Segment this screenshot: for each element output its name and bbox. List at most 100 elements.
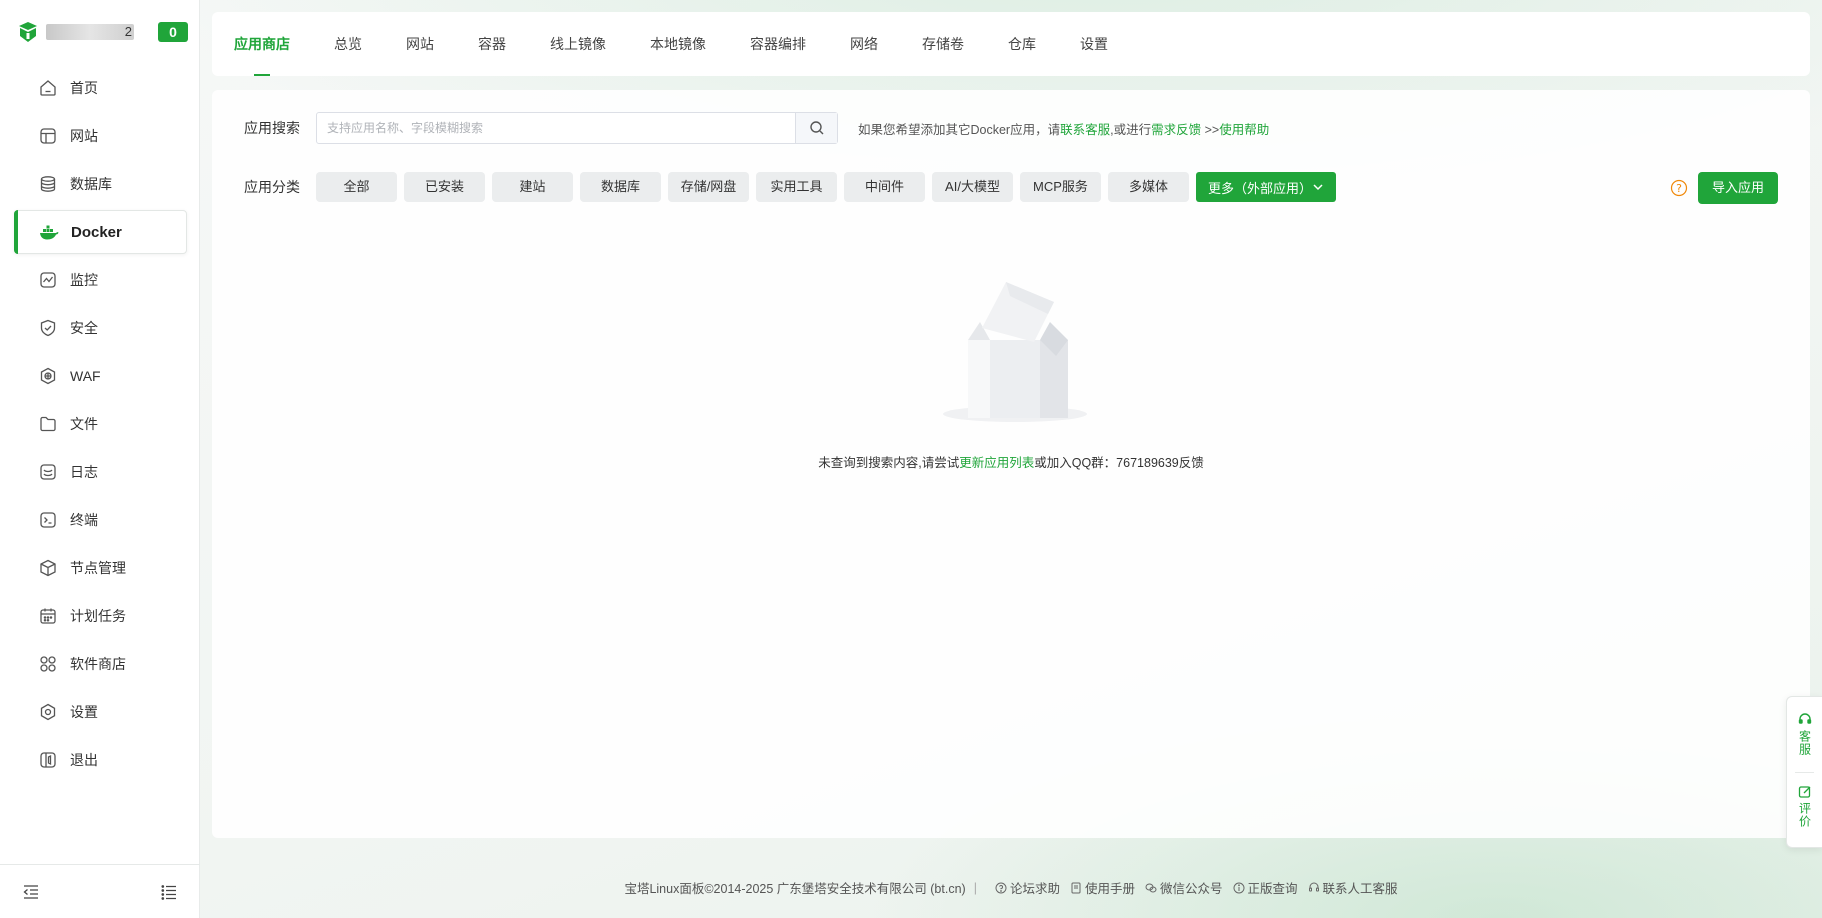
update-app-list-link[interactable]: 更新应用列表 bbox=[959, 456, 1034, 470]
sidebar-item-label: 文件 bbox=[70, 416, 98, 432]
tab-settings[interactable]: 设置 bbox=[1080, 12, 1108, 76]
tab-website[interactable]: 网站 bbox=[406, 12, 434, 76]
website-icon bbox=[38, 126, 58, 146]
tab-app-store[interactable]: 应用商店 bbox=[234, 12, 290, 76]
tab-containers[interactable]: 容器 bbox=[478, 12, 506, 76]
node-icon bbox=[38, 558, 58, 578]
add-app-hint: 如果您希望添加其它Docker应用，请联系客服,或进行需求反馈 >>使用帮助 bbox=[858, 119, 1269, 138]
sidebar-item-home[interactable]: 首页 bbox=[14, 66, 187, 110]
app-store-panel: 应用搜索 如果您希望添加其它Docker应用，请联系客服,或进行需求反馈 >>使… bbox=[212, 90, 1810, 838]
search-row: 应用搜索 如果您希望添加其它Docker应用，请联系客服,或进行需求反馈 >>使… bbox=[244, 112, 1269, 144]
contact-support-link[interactable]: 联系客服 bbox=[1060, 123, 1110, 137]
review-label: 评价 bbox=[1797, 802, 1812, 828]
tab-online-images[interactable]: 线上镜像 bbox=[550, 12, 606, 76]
tab-registry[interactable]: 仓库 bbox=[1008, 12, 1036, 76]
calendar-icon bbox=[38, 606, 58, 626]
category-tools[interactable]: 实用工具 bbox=[756, 172, 837, 202]
floating-service-widget: 客服 评价 bbox=[1786, 696, 1822, 848]
sidebar-item-logs[interactable]: 日志 bbox=[14, 450, 187, 494]
footer-separator: | bbox=[973, 880, 977, 895]
docker-icon bbox=[39, 222, 59, 242]
category-storage[interactable]: 存储/网盘 bbox=[668, 172, 749, 202]
sidebar-item-nodes[interactable]: 节点管理 bbox=[14, 546, 187, 590]
hint-text: 如果您希望添加其它Docker应用，请 bbox=[858, 122, 1061, 137]
category-website[interactable]: 建站 bbox=[492, 172, 573, 202]
help-icon[interactable]: ? bbox=[1670, 179, 1688, 197]
category-media[interactable]: 多媒体 bbox=[1108, 172, 1189, 202]
sidebar-item-label: 监控 bbox=[70, 272, 98, 288]
category-ai[interactable]: AI/大模型 bbox=[932, 172, 1013, 202]
support-icon bbox=[1308, 882, 1319, 891]
headset-icon bbox=[1798, 713, 1812, 724]
apps-icon bbox=[38, 654, 58, 674]
sidebar-item-security[interactable]: 安全 bbox=[14, 306, 187, 350]
sidebar-item-label: 日志 bbox=[70, 464, 98, 480]
search-icon bbox=[809, 121, 823, 135]
shield-icon bbox=[38, 318, 58, 338]
search-input[interactable] bbox=[317, 113, 795, 143]
category-all[interactable]: 全部 bbox=[316, 172, 397, 202]
sidebar-item-label: 节点管理 bbox=[70, 560, 126, 576]
chevron-down-icon bbox=[1313, 184, 1323, 191]
help-link[interactable]: 使用帮助 bbox=[1219, 123, 1269, 137]
sidebar-item-database[interactable]: 数据库 bbox=[14, 162, 187, 206]
home-icon bbox=[38, 78, 58, 98]
review-button[interactable]: 评价 bbox=[1787, 785, 1822, 831]
sidebar-item-files[interactable]: 文件 bbox=[14, 402, 187, 446]
search-button[interactable] bbox=[795, 113, 837, 143]
forum-label: 论坛求助 bbox=[1009, 882, 1060, 896]
sidebar: 2 0 首页 网站 数据库 Docker 监控 安全 WAF 文件 日志 终端 … bbox=[0, 0, 200, 918]
sidebar-item-waf[interactable]: WAF bbox=[14, 354, 187, 398]
sidebar-item-monitor[interactable]: 监控 bbox=[14, 258, 187, 302]
license-check-link[interactable]: 正版查询 bbox=[1233, 878, 1298, 897]
forum-link[interactable]: 论坛求助 bbox=[995, 878, 1060, 897]
folder-icon bbox=[38, 414, 58, 434]
feedback-link[interactable]: 需求反馈 bbox=[1151, 123, 1201, 137]
sidebar-item-software-store[interactable]: 软件商店 bbox=[14, 642, 187, 686]
empty-text-suffix: 或加入QQ群：767189639反馈 bbox=[1034, 456, 1204, 470]
manual-link[interactable]: 使用手册 bbox=[1070, 878, 1135, 897]
collapse-menu-icon[interactable] bbox=[22, 883, 40, 901]
sidebar-item-label: WAF bbox=[70, 368, 101, 384]
hint-separator: >> bbox=[1201, 122, 1220, 137]
brand: 2 0 bbox=[18, 20, 188, 44]
sidebar-item-label: 网站 bbox=[70, 128, 98, 144]
list-menu-icon[interactable] bbox=[160, 883, 178, 901]
wechat-link[interactable]: 微信公众号 bbox=[1145, 878, 1223, 897]
sidebar-item-terminal[interactable]: 终端 bbox=[14, 498, 187, 542]
database-icon bbox=[38, 174, 58, 194]
footer: 宝塔Linux面板©2014-2025 广东堡塔安全技术有限公司 (bt.cn)… bbox=[212, 878, 1810, 897]
empty-text-prefix: 未查询到搜索内容,请尝试 bbox=[818, 456, 960, 470]
category-label: 应用分类 bbox=[244, 179, 300, 195]
tab-volumes[interactable]: 存储卷 bbox=[922, 12, 964, 76]
customer-service-button[interactable]: 客服 bbox=[1787, 713, 1822, 759]
waf-icon bbox=[38, 366, 58, 386]
logout-icon bbox=[38, 750, 58, 770]
sidebar-item-label: 软件商店 bbox=[70, 656, 126, 672]
category-installed[interactable]: 已安装 bbox=[404, 172, 485, 202]
sidebar-item-label: 退出 bbox=[70, 752, 98, 768]
sidebar-item-label: Docker bbox=[71, 223, 122, 241]
tab-local-images[interactable]: 本地镜像 bbox=[650, 12, 706, 76]
sidebar-item-docker[interactable]: Docker bbox=[14, 210, 187, 254]
wechat-label: 微信公众号 bbox=[1159, 882, 1223, 896]
tab-overview[interactable]: 总览 bbox=[334, 12, 362, 76]
monitor-icon bbox=[38, 270, 58, 290]
sidebar-item-settings[interactable]: 设置 bbox=[14, 690, 187, 734]
category-middleware[interactable]: 中间件 bbox=[844, 172, 925, 202]
sidebar-item-label: 安全 bbox=[70, 320, 98, 336]
empty-message: 未查询到搜索内容,请尝试更新应用列表或加入QQ群：767189639反馈 bbox=[212, 452, 1810, 471]
sidebar-item-logout[interactable]: 退出 bbox=[14, 738, 187, 782]
tab-network[interactable]: 网络 bbox=[850, 12, 878, 76]
category-database[interactable]: 数据库 bbox=[580, 172, 661, 202]
tab-compose[interactable]: 容器编排 bbox=[750, 12, 806, 76]
human-support-link[interactable]: 联系人工客服 bbox=[1308, 878, 1398, 897]
alert-badge[interactable]: 0 bbox=[158, 22, 188, 42]
import-app-button[interactable]: 导入应用 bbox=[1697, 172, 1778, 204]
sidebar-item-label: 设置 bbox=[70, 704, 98, 720]
sidebar-item-website[interactable]: 网站 bbox=[14, 114, 187, 158]
more-categories-dropdown[interactable]: 更多（外部应用） bbox=[1196, 172, 1336, 202]
sidebar-item-cron[interactable]: 计划任务 bbox=[14, 594, 187, 638]
edit-icon bbox=[1798, 786, 1811, 798]
category-mcp[interactable]: MCP服务 bbox=[1020, 172, 1101, 202]
